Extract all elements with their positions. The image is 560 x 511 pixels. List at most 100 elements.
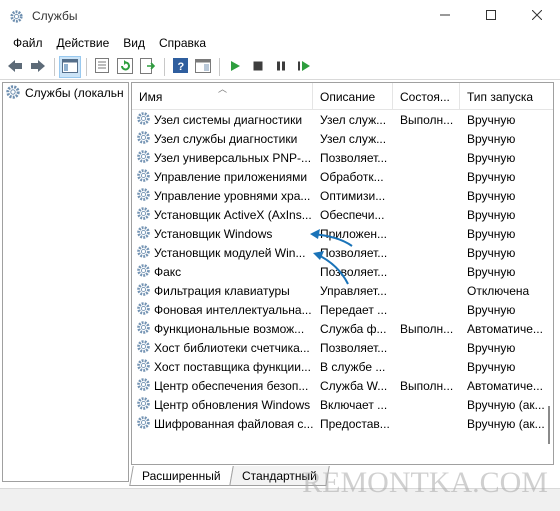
toolbar: ? <box>0 55 560 80</box>
service-startup-type: Вручную <box>467 150 516 165</box>
service-startup-type: Вручную <box>467 188 516 203</box>
table-row[interactable]: Шифрованная файловая с... Предостав... Вру… <box>132 414 546 433</box>
service-gear-icon <box>136 415 151 433</box>
service-gear-icon <box>136 111 151 129</box>
table-row[interactable]: Установщик ActiveX (AxIns... Обеспечи... В… <box>132 205 546 224</box>
service-name-cell: Факс <box>132 263 313 281</box>
table-row[interactable]: Факс Позволяет... Вручную <box>132 262 546 281</box>
service-name: Фильтрация клавиатуры <box>154 283 290 298</box>
service-name: Хост поставщика функции... <box>154 359 311 374</box>
service-name: Установщик ActiveX (AxIns... <box>154 207 312 222</box>
forward-button[interactable] <box>27 56 49 78</box>
table-row[interactable]: Узел системы диагностики Узел служ... Выпо… <box>132 110 546 129</box>
minimize-button[interactable] <box>422 0 468 32</box>
view-tabs: Расширенный Стандартный <box>129 466 330 486</box>
table-row[interactable]: Фильтрация клавиатуры Управляет... Отключе… <box>132 281 546 300</box>
pause-service-button[interactable] <box>270 56 292 78</box>
close-icon <box>531 9 543 23</box>
service-startup-type: Вручную <box>467 340 516 355</box>
console-view-icon <box>195 58 211 76</box>
table-row[interactable]: Функциональные возмож... Служба ф... Выпол… <box>132 319 546 338</box>
column-status-label: Состоя... <box>400 89 450 104</box>
service-startup-type: Вручную <box>467 169 516 184</box>
service-name: Функциональные возмож... <box>154 321 305 336</box>
vertical-scrollbar[interactable] <box>545 110 553 464</box>
column-name-label: Имя <box>139 89 163 104</box>
service-name: Центр обеспечения безоп... <box>154 378 309 393</box>
scrollbar-thumb[interactable] <box>548 406 550 444</box>
window-title: Службы <box>32 9 78 23</box>
service-startup-type: Вручную <box>467 245 516 260</box>
service-description: Позволяет... <box>320 340 388 355</box>
table-row[interactable]: Установщик Windows Приложен... Вручную <box>132 224 546 243</box>
service-description: Включает ... <box>320 397 388 412</box>
service-gear-icon <box>136 206 151 224</box>
service-description: Служба ф... <box>320 321 387 336</box>
service-name-cell: Управление приложениями <box>132 168 313 186</box>
service-gear-icon <box>136 358 151 376</box>
service-status: Выполн... <box>400 378 454 393</box>
refresh-button[interactable] <box>114 56 136 78</box>
export-list-button[interactable] <box>137 56 159 78</box>
column-header-name[interactable]: ︿ Имя <box>132 83 313 110</box>
service-name-cell: Центр обновления Windows <box>132 396 313 414</box>
service-name-cell: Фоновая интеллектуальна... <box>132 301 313 319</box>
console-view-button[interactable] <box>192 56 214 78</box>
menu-action[interactable]: Действие <box>50 36 117 50</box>
start-service-icon <box>229 60 241 75</box>
maximize-button[interactable] <box>468 0 514 32</box>
service-gear-icon <box>136 168 151 186</box>
table-row[interactable]: Управление уровнями хра... Оптимизи... Вру… <box>132 186 546 205</box>
menu-view[interactable]: Вид <box>116 36 152 50</box>
show-hide-tree-button[interactable] <box>59 56 81 78</box>
column-header-startup-type[interactable]: Тип запуска <box>460 83 553 110</box>
table-row[interactable]: Установщик модулей Win... Позволяет... Вру… <box>132 243 546 262</box>
svg-text:?: ? <box>177 61 184 73</box>
close-button[interactable] <box>514 0 560 32</box>
service-status: Выполн... <box>400 112 454 127</box>
restart-service-button[interactable] <box>293 56 315 78</box>
table-row[interactable]: Управление приложениями Обработк... Вручну… <box>132 167 546 186</box>
service-description: В службе ... <box>320 359 386 374</box>
table-row[interactable]: Фоновая интеллектуальна... Передает ... Вр… <box>132 300 546 319</box>
service-description: Позволяет... <box>320 245 388 260</box>
table-row[interactable]: Хост поставщика функции... В службе ... Вр… <box>132 357 546 376</box>
stop-service-button[interactable] <box>247 56 269 78</box>
help-button[interactable]: ? <box>169 56 191 78</box>
service-name: Центр обновления Windows <box>154 397 311 412</box>
services-rows: Узел системы диагностики Узел служ... Выпо… <box>132 110 546 433</box>
service-name: Узел универсальных PNP-... <box>154 150 312 165</box>
column-header-status[interactable]: Состоя... <box>393 83 460 110</box>
table-row[interactable]: Центр обновления Windows Включает ... Вруч… <box>132 395 546 414</box>
properties-button[interactable] <box>91 56 113 78</box>
table-row[interactable]: Узел службы диагностики Узел служ... Вручн… <box>132 129 546 148</box>
service-gear-icon <box>136 377 151 395</box>
service-gear-icon <box>136 149 151 167</box>
menu-help[interactable]: Справка <box>152 36 213 50</box>
service-description: Обработк... <box>320 169 384 184</box>
service-description: Приложен... <box>320 226 388 241</box>
service-startup-type: Вручную <box>467 131 516 146</box>
service-gear-icon <box>136 396 151 414</box>
back-button[interactable] <box>4 56 26 78</box>
table-row[interactable]: Центр обеспечения безоп... Служба W... Вып… <box>132 376 546 395</box>
column-header-description[interactable]: Описание <box>313 83 393 110</box>
stop-service-icon <box>252 60 264 75</box>
service-gear-icon <box>136 320 151 338</box>
table-row[interactable]: Хост библиотеки счетчика... Позволяет... В… <box>132 338 546 357</box>
service-startup-type: Автоматиче... <box>467 321 543 336</box>
service-name-cell: Фильтрация клавиатуры <box>132 282 313 300</box>
start-service-button[interactable] <box>224 56 246 78</box>
tree-item-services-local[interactable]: Службы (локальн <box>3 83 128 103</box>
table-row[interactable]: Узел универсальных PNP-... Позволяет... Вр… <box>132 148 546 167</box>
service-gear-icon <box>136 339 151 357</box>
service-startup-type: Вручную <box>467 264 516 279</box>
pause-service-icon <box>275 60 287 75</box>
service-startup-type: Вручную <box>467 359 516 374</box>
service-startup-type: Отключена <box>467 283 530 298</box>
toolbar-separator <box>86 58 87 76</box>
service-startup-type: Вручную <box>467 302 516 317</box>
tab-extended[interactable]: Расширенный <box>129 466 234 486</box>
column-header-row: ︿ Имя Описание Состоя... Тип запуска <box>132 83 553 110</box>
menu-file[interactable]: Файл <box>6 36 50 50</box>
